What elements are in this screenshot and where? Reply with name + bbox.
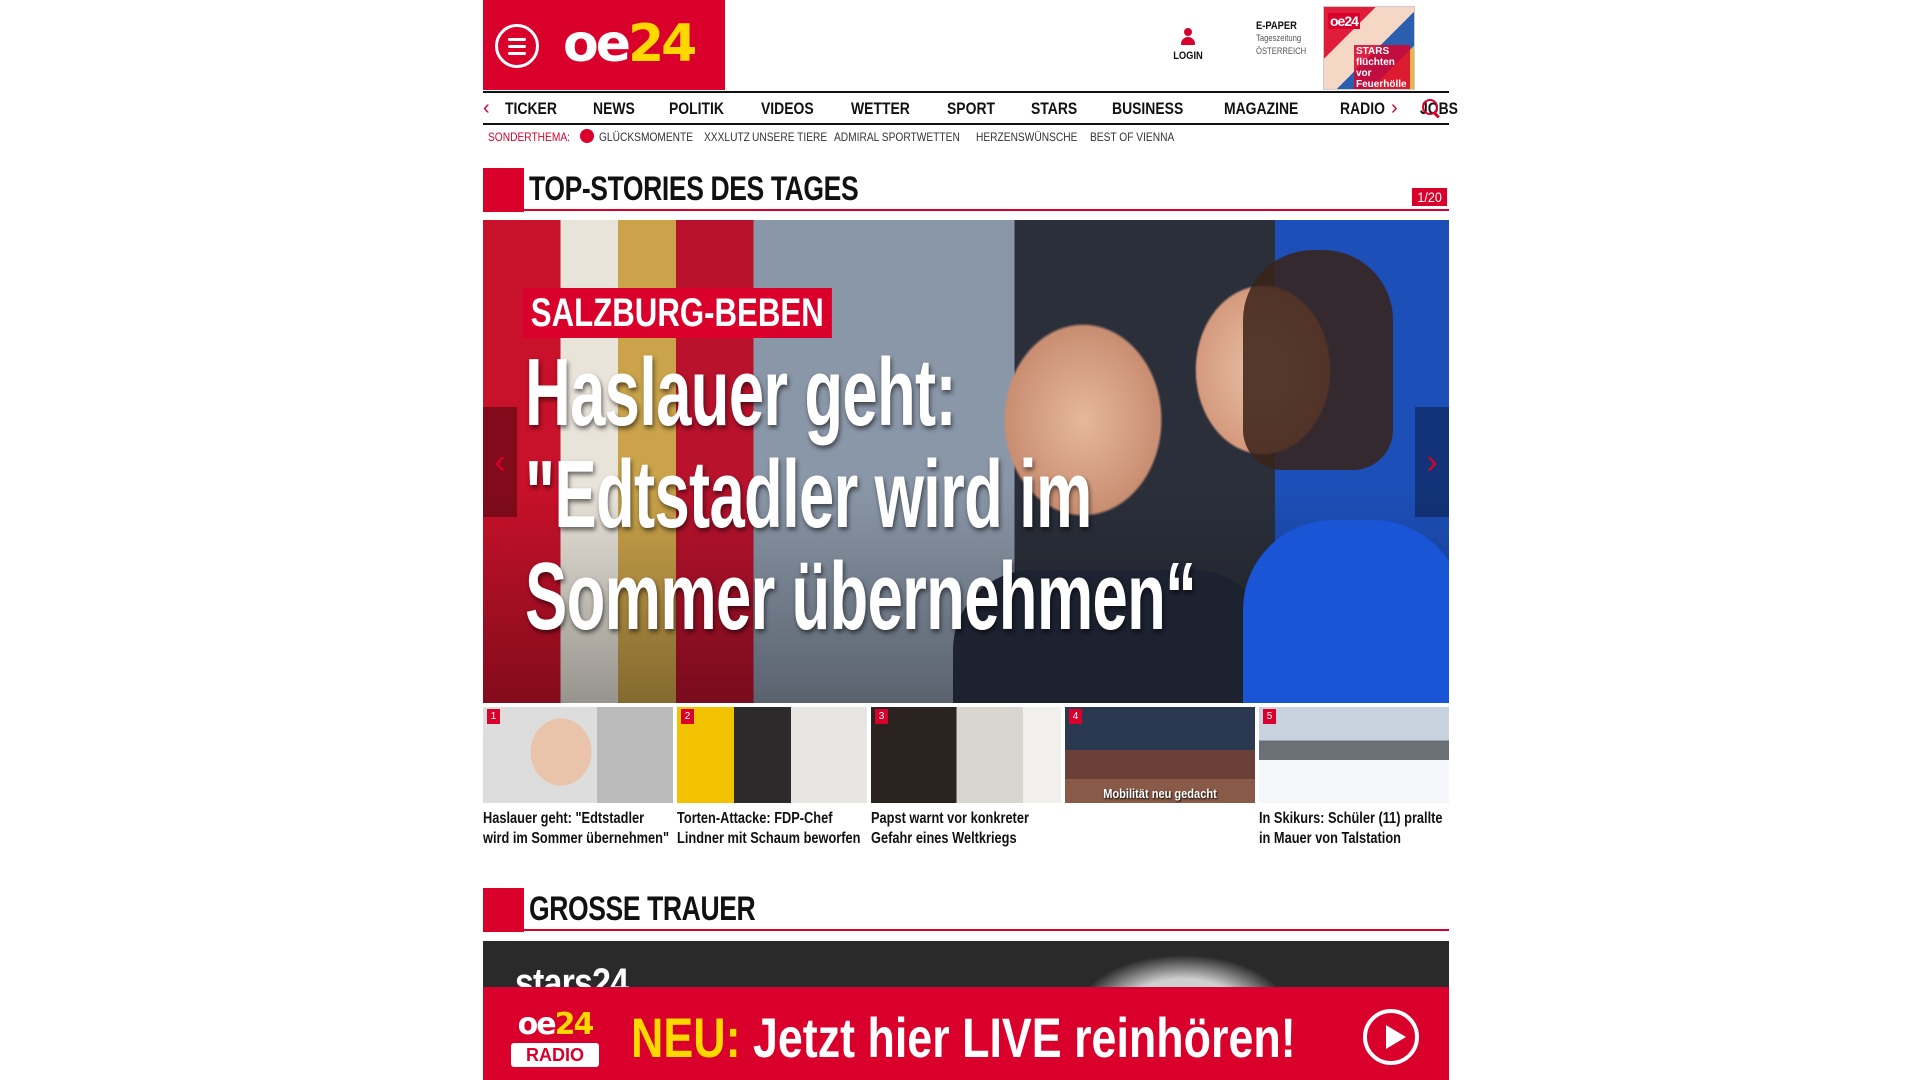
story-thumbnail-overlay: Mobilität neu gedacht <box>1103 786 1217 801</box>
special-topic-link[interactable]: GLÜCKSMOMENTE <box>599 130 693 144</box>
radio-banner-highlight: NEU: <box>631 1006 741 1069</box>
story-thumbnail[interactable]: 1 Haslauer geht: "Edtstadler wird im Somm… <box>483 707 673 849</box>
special-topic-link[interactable]: HERZENSWÜNSCHE <box>976 130 1077 144</box>
story-thumbnail-image[interactable]: 4 Mobilität neu gedacht <box>1065 707 1255 803</box>
epaper-cover-caption: STARS flüchten vor Feuerhölle <box>1354 45 1410 89</box>
hero-headline-line-1: Haslauer geht: <box>525 339 957 446</box>
nav-item-ticker[interactable]: TICKER <box>505 99 557 119</box>
story-pager: 1/20 <box>1411 188 1448 206</box>
story-thumbnail[interactable]: 3 Papst warnt vor konkreter Gefahr eines … <box>871 707 1061 849</box>
story-thumbnail-image[interactable]: 2 <box>677 707 867 803</box>
radio-logo-text: oe <box>517 1007 557 1042</box>
story-thumbnail-caption[interactable]: In Skikurs: Schüler (11) prallte in Maue… <box>1259 809 1448 849</box>
story-number-badge: 3 <box>875 709 888 724</box>
nav-item-magazine[interactable]: MAGAZINE <box>1224 99 1298 119</box>
story-number-badge: 2 <box>681 709 694 724</box>
main-navigation: ‹ TICKER NEWS POLITIK VIDEOS WETTER SPORT STAR… <box>483 91 1458 125</box>
special-topic-link[interactable]: XXXLUTZ <box>704 130 750 144</box>
hero-story[interactable]: SALZBURG-BEBEN Haslauer geht: "Edtstadle… <box>483 220 1449 703</box>
nav-item-sport[interactable]: SPORT <box>947 99 995 119</box>
special-topics-bar: SONDERTHEMA: GLÜCKSMOMENTE XXXLUTZ UNSERE … <box>488 129 1183 147</box>
story-thumbnail-image[interactable]: 1 <box>483 707 673 803</box>
heart-icon <box>579 129 594 143</box>
site-header: oe24 LOGIN E-PAPER Tageszeitung ÖSTERREI… <box>483 0 1449 90</box>
hamburger-menu-icon[interactable] <box>495 24 539 68</box>
special-topic-link[interactable]: BEST OF VIENNA <box>1090 130 1174 144</box>
nav-items: TICKER NEWS POLITIK VIDEOS WETTER SPORT STARS B… <box>505 99 1491 119</box>
hero-kicker: SALZBURG-BEBEN <box>523 288 832 338</box>
radio-logo: oe24 RADIO <box>511 1009 599 1075</box>
nav-scroll-left-icon[interactable]: ‹ <box>483 97 490 119</box>
radio-banner-text: NEU: Jetzt hier LIVE reinhören! <box>631 1005 1296 1070</box>
story-number-badge: 1 <box>487 709 500 724</box>
story-thumbnail[interactable]: 5 In Skikurs: Schüler (11) prallte in Mau… <box>1259 707 1449 849</box>
story-thumbnail-image[interactable]: 5 <box>1259 707 1449 803</box>
nav-item-news[interactable]: NEWS <box>593 99 635 119</box>
nav-item-radio[interactable]: RADIO <box>1340 99 1385 119</box>
play-icon[interactable] <box>1363 1009 1419 1065</box>
section-title: TOP-STORIES DES TAGES <box>529 170 859 208</box>
logo-area: oe24 <box>483 0 725 90</box>
carousel-next-icon[interactable]: › <box>1415 407 1449 517</box>
story-thumbnail-image[interactable]: 3 <box>871 707 1061 803</box>
section-accent-bar <box>483 168 524 212</box>
epaper-cover-thumbnail[interactable]: oe24 STARS flüchten vor Feuerhölle <box>1323 6 1415 90</box>
story-number-badge: 4 <box>1069 709 1082 724</box>
epaper-country: ÖSTERREICH <box>1256 46 1307 56</box>
radio-live-banner[interactable]: oe24 RADIO NEU: Jetzt hier LIVE reinhöre… <box>483 987 1449 1080</box>
section-accent-bar <box>483 888 524 932</box>
section-underline <box>524 929 1449 931</box>
content-column: oe24 LOGIN E-PAPER Tageszeitung ÖSTERREI… <box>483 0 1458 1080</box>
special-topic-link[interactable]: ADMIRAL SPORTWETTEN <box>834 130 960 144</box>
epaper-subtitle: Tageszeitung <box>1256 33 1302 43</box>
section-title: GROSSE TRAUER <box>529 890 756 928</box>
story-number-badge: 5 <box>1263 709 1276 724</box>
nav-item-politik[interactable]: POLITIK <box>669 99 724 119</box>
story-thumbnail[interactable]: 2 Torten-Attacke: FDP-Chef Lindner mit Sc… <box>677 707 867 849</box>
section-header-top-stories: TOP-STORIES DES TAGES 1/20 <box>483 168 1449 212</box>
special-topic-link[interactable]: UNSERE TIERE <box>752 130 827 144</box>
hero-headline-line-3: Sommer übernehmen“ <box>525 543 1197 650</box>
story-thumbnail-caption[interactable]: Haslauer geht: "Edtstadler wird im Somme… <box>483 809 672 849</box>
hero-headline[interactable]: Haslauer geht: "Edtstadler wird im Somme… <box>525 342 1396 648</box>
story-thumbnail-caption[interactable]: Torten-Attacke: FDP-Chef Lindner mit Sch… <box>677 809 866 849</box>
epaper-cover-logo: oe24 <box>1328 13 1360 29</box>
carousel-prev-icon[interactable]: ‹ <box>483 407 517 517</box>
login-label: LOGIN <box>1173 50 1203 62</box>
radio-banner-message: Jetzt hier LIVE reinhören! <box>752 1006 1296 1069</box>
special-topics-label: SONDERTHEMA: <box>488 130 570 144</box>
story-thumbnail-caption[interactable]: Papst warnt vor konkreter Gefahr eines W… <box>871 809 1060 849</box>
epaper-title: E-PAPER <box>1256 20 1297 32</box>
nav-scroll-right-icon[interactable]: › <box>1391 97 1398 119</box>
nav-item-stars[interactable]: STARS <box>1031 99 1077 119</box>
story-thumbnail[interactable]: 4 Mobilität neu gedacht <box>1065 707 1255 809</box>
section-header-grosse-trauer: GROSSE TRAUER <box>483 888 1449 932</box>
login-button[interactable]: LOGIN <box>1163 28 1213 62</box>
nav-item-wetter[interactable]: WETTER <box>851 99 910 119</box>
page: oe24 LOGIN E-PAPER Tageszeitung ÖSTERREI… <box>0 0 1920 1080</box>
hero-headline-line-2: "Edtstadler wird im <box>525 441 1092 548</box>
section-underline <box>524 209 1449 211</box>
radio-logo-sub: RADIO <box>511 1043 599 1067</box>
search-icon[interactable] <box>1421 98 1441 118</box>
nav-item-business[interactable]: BUSINESS <box>1112 99 1183 119</box>
top-stories-thumbnails: 1 Haslauer geht: "Edtstadler wird im Somm… <box>483 707 1449 877</box>
radio-logo-num: 24 <box>554 1007 595 1042</box>
site-logo[interactable]: oe24 <box>563 14 697 74</box>
user-icon <box>1180 28 1196 46</box>
nav-item-videos[interactable]: VIDEOS <box>761 99 814 119</box>
